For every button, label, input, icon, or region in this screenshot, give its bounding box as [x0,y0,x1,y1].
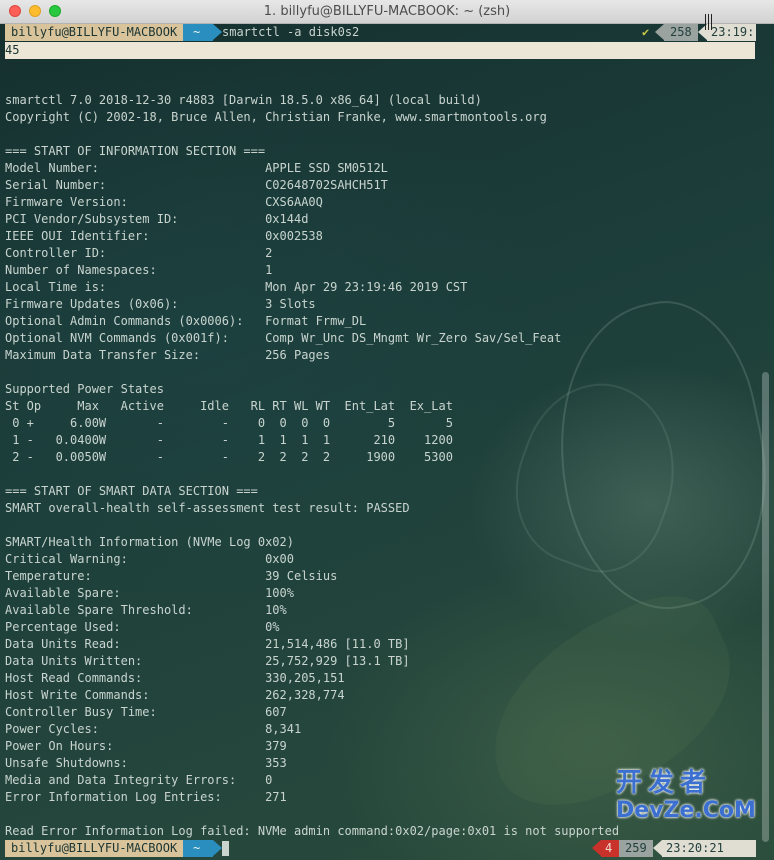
output-line: Critical Warning: 0x00 [5,552,294,566]
output-line: === START OF SMART DATA SECTION === [5,484,258,498]
text-cursor [222,841,229,856]
output-line: Number of Namespaces: 1 [5,263,273,277]
output-line: Copyright (C) 2002-18, Bruce Allen, Chri… [5,110,547,124]
output-line: PCI Vendor/Subsystem ID: 0x144d [5,212,309,226]
exit-status-error: 4 [601,840,619,857]
output-line: Temperature: 39 Celsius [5,569,338,583]
output-line: Power Cycles: 8,341 [5,722,302,736]
output-line: 0 + 6.00W - - 0 0 0 0 5 5 [5,416,453,430]
output-line: Data Units Read: 21,514,486 [11.0 TB] [5,637,410,651]
command-text: smartctl -a disk0s2 [222,25,360,39]
history-number: 258 [664,24,698,41]
prompt-separator [213,24,222,40]
output-line: Optional Admin Commands (0x0006): Format… [5,314,367,328]
watermark-logo: 开发者 DevZe.CoM [616,768,766,828]
window-title: 1. billyfu@BILLYFU-MACBOOK: ~ (zsh) [263,4,511,19]
output-line: Local Time is: Mon Apr 29 23:19:46 2019 … [5,280,468,294]
output-line: Available Spare: 100% [5,586,294,600]
output-line: smartctl 7.0 2018-12-30 r4883 [Darwin 18… [5,93,482,107]
output-line: Data Units Written: 25,752,929 [13.1 TB] [5,654,410,668]
prompt-directory: ~ [183,840,213,857]
command-output: smartctl 7.0 2018-12-30 r4883 [Darwin 18… [5,75,765,840]
right-prompt-separator [653,840,662,856]
output-line: Host Read Commands: 330,205,151 [5,671,345,685]
prompt-separator [213,840,222,856]
prompt-user-host: billyfu@BILLYFU-MACBOOK [5,840,183,857]
exit-status-ok: ✔ [642,25,650,39]
prompt-line-2: billyfu@BILLYFU-MACBOOK ~ 4 259 23:20:21 [0,840,774,857]
output-line: Serial Number: C02648702SAHCH51T [5,178,388,192]
output-line: Maximum Data Transfer Size: 256 Pages [5,348,331,362]
output-line: Percentage Used: 0% [5,620,280,634]
output-line: SMART/Health Information (NVMe Log 0x02) [5,535,294,549]
ibeam-cursor-icon [705,14,712,30]
prompt-user-host: billyfu@BILLYFU-MACBOOK [5,24,183,41]
output-line: St Op Max Active Idle RL RT WL WT Ent_La… [5,399,453,413]
output-line: 1 - 0.0400W - - 1 1 1 1 210 1200 [5,433,453,447]
history-number: 259 [619,840,653,857]
output-line: IEEE OUI Identifier: 0x002538 [5,229,323,243]
output-line: Controller Busy Time: 607 [5,705,287,719]
watermark-text: 开发者 [616,768,713,798]
output-line: Optional NVM Commands (0x001f): Comp Wr_… [5,331,562,345]
output-line: Host Write Commands: 262,328,774 [5,688,345,702]
output-line: Firmware Version: CXS6AA0Q [5,195,323,209]
prompt-line-1: billyfu@BILLYFU-MACBOOK ~ smartctl -a di… [0,24,774,41]
output-line: Power On Hours: 379 [5,739,287,753]
prompt-directory: ~ [183,24,213,41]
right-prompt-separator [655,24,664,40]
output-line: Firmware Updates (0x06): 3 Slots [5,297,316,311]
output-line: === START OF INFORMATION SECTION === [5,144,266,158]
output-line: Model Number: APPLE SSD SM0512L [5,161,388,175]
prompt-time: 23:19: [707,24,756,41]
output-line: 2 - 0.0050W - - 2 2 2 2 1900 5300 [5,450,453,464]
prompt-time: 23:20:21 [662,840,756,857]
output-line: Available Spare Threshold: 10% [5,603,287,617]
output-line: Supported Power States [5,382,164,396]
wrapped-prompt-line: 45 [5,42,755,59]
terminal-pane[interactable]: billyfu@BILLYFU-MACBOOK ~ smartctl -a di… [0,24,774,860]
watermark-domain: DevZe.CoM [616,798,756,823]
output-line: SMART overall-health self-assessment tes… [5,501,410,515]
output-line: Controller ID: 2 [5,246,273,260]
title-bar: 1. billyfu@BILLYFU-MACBOOK: ~ (zsh) [0,0,774,24]
right-prompt-separator [592,840,601,856]
